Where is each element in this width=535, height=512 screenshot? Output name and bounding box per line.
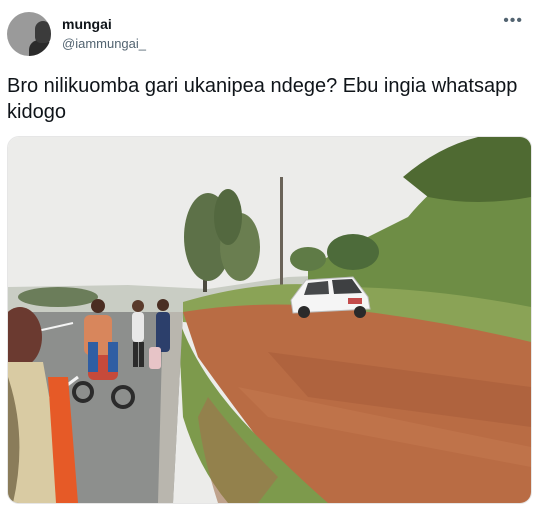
tweet-text: Bro nilikuomba gari ukanipea ndege? Ebu … [7,75,518,123]
photo-roadside-car [8,137,531,503]
author-handle[interactable]: @iammungai_ [62,36,146,51]
avatar-head [35,21,51,43]
avatar[interactable] [7,12,51,56]
author-name[interactable]: mungai [62,16,112,32]
more-options-icon[interactable]: ••• [503,12,523,30]
tweet-photo[interactable] [7,136,532,504]
tweet-card: mungai @iammungai_ ••• Bro nilikuomba ga… [0,0,535,512]
